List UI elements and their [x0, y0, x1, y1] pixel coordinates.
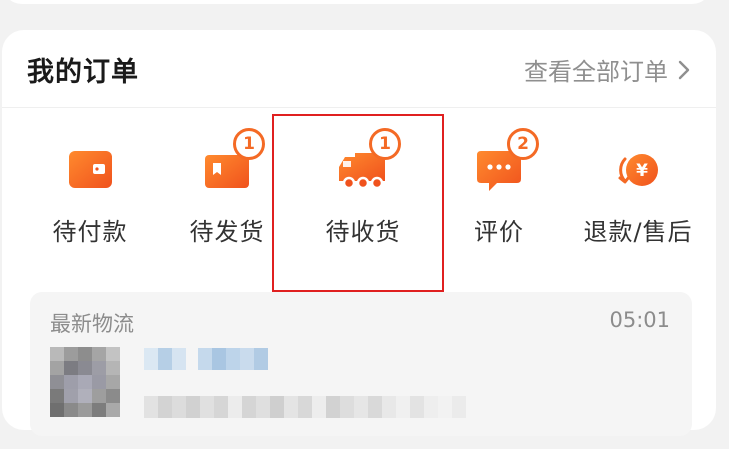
- redacted-detail-text: [144, 396, 466, 418]
- status-review[interactable]: 2 评价: [429, 128, 569, 246]
- review-count-badge: 2: [507, 128, 539, 160]
- latest-logistics[interactable]: 最新物流 05:01: [30, 292, 692, 436]
- status-label: 退款/售后: [583, 218, 693, 246]
- redacted-status-text: [144, 348, 268, 370]
- svg-text:¥: ¥: [636, 161, 648, 181]
- logistics-time: 05:01: [609, 308, 670, 332]
- highlight-box: [272, 114, 444, 292]
- view-all-orders-link[interactable]: 查看全部订单: [524, 52, 690, 87]
- logistics-title: 最新物流: [50, 312, 134, 336]
- chevron-right-icon: [678, 60, 690, 79]
- my-orders-card: 我的订单 查看全部订单 待付款 1 待发货 1 待收货 2 评价 ¥ 退款/售后…: [2, 30, 716, 436]
- status-label: 评价: [474, 218, 524, 246]
- status-refund[interactable]: ¥ 退款/售后: [568, 145, 708, 246]
- yuan-refund-icon: ¥: [618, 154, 658, 186]
- wallet-icon: [69, 151, 112, 188]
- status-pending-payment[interactable]: 待付款: [20, 145, 160, 246]
- orders-title: 我的订单: [27, 57, 139, 88]
- orders-header: 我的订单 查看全部订单: [2, 30, 716, 108]
- previous-card: [2, 0, 712, 4]
- status-label: 待付款: [52, 218, 128, 246]
- shipment-count-badge: 1: [233, 128, 265, 160]
- view-all-orders-label: 查看全部订单: [524, 58, 668, 86]
- product-thumbnail[interactable]: [50, 347, 120, 417]
